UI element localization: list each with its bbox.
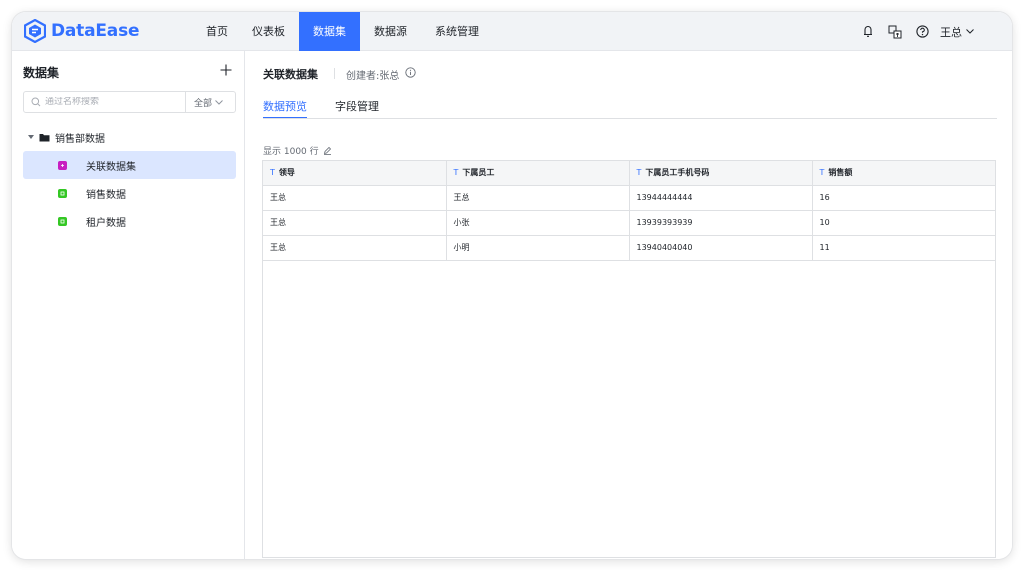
- dataease-logo-icon: [24, 19, 46, 43]
- column-label: 领导: [278, 168, 295, 178]
- text-type-icon: T: [270, 168, 275, 178]
- dataset-icon: [58, 188, 67, 198]
- table-cell: 16: [812, 185, 995, 211]
- info-icon[interactable]: [405, 67, 416, 78]
- column-label: 下属员工手机号码: [645, 168, 710, 178]
- table-cell: 10: [812, 210, 995, 236]
- search-box: 全部: [23, 91, 236, 113]
- column-header-phone[interactable]: T 下属员工手机号码: [629, 161, 813, 186]
- table-cell: 王总: [446, 185, 630, 211]
- nav-dashboard[interactable]: 仪表板: [238, 12, 299, 51]
- dataset-title: 关联数据集: [263, 68, 318, 81]
- tree-folder-label: 销售部数据: [55, 133, 105, 145]
- notification-icon[interactable]: [860, 24, 876, 40]
- table-cell: 13939393939: [629, 210, 813, 236]
- preview-table: T 领导 T 下属员工 T 下属员工手机号码 T 销售额 王总 王总 139444444…: [263, 161, 995, 261]
- text-type-icon: T: [819, 168, 825, 178]
- user-menu[interactable]: 王总: [940, 24, 974, 40]
- column-header-subordinate[interactable]: T 下属员工: [446, 161, 630, 186]
- nav-dataset[interactable]: 数据集: [299, 12, 360, 51]
- table-cell: 13940404040: [629, 235, 813, 261]
- tree-item-label: 租户数据: [86, 217, 126, 229]
- tree-folder-sales[interactable]: 销售部数据: [23, 126, 236, 148]
- header-tools: 王总: [849, 12, 974, 51]
- folder-icon: [39, 133, 50, 141]
- table-row: 王总 王总 13944444444 16: [263, 185, 995, 211]
- tree-item-label: 销售数据: [86, 189, 126, 201]
- column-header-leader[interactable]: T 领导: [263, 161, 447, 186]
- table-cell: 王总: [263, 185, 447, 211]
- edit-icon[interactable]: [323, 146, 332, 155]
- text-type-icon: T: [636, 168, 642, 178]
- detail-tabs: 数据预览 字段管理: [263, 98, 407, 119]
- filter-select[interactable]: 全部: [186, 96, 229, 109]
- table-header-row: T 领导 T 下属员工 T 下属员工手机号码 T 销售额: [263, 161, 995, 186]
- data-preview-table: T 领导 T 下属员工 T 下属员工手机号码 T 销售额 王总 王总 139444444…: [262, 160, 996, 558]
- table-cell: 小明: [446, 235, 630, 261]
- column-label: 销售额: [828, 168, 853, 178]
- logo[interactable]: DataEase: [24, 19, 140, 43]
- app-window: DataEase 首页 仪表板 数据集 数据源 系统管理 王总 数据集 通过名称…: [12, 12, 1012, 559]
- column-header-sales[interactable]: T 销售额: [812, 161, 995, 186]
- nav-system-settings[interactable]: 系统管理: [421, 12, 493, 51]
- dataset-icon: [58, 216, 67, 226]
- creator-text: 创建者:张总: [346, 71, 400, 82]
- nav-datasource[interactable]: 数据源: [360, 12, 421, 51]
- tree-item-sales-data[interactable]: 销售数据: [23, 179, 236, 207]
- table-cell: 王总: [263, 210, 447, 236]
- tree-item-tenant-data[interactable]: 租户数据: [23, 207, 236, 235]
- top-navbar: DataEase 首页 仪表板 数据集 数据源 系统管理 王总: [12, 12, 1012, 51]
- dataset-sidebar: 数据集 全部: [12, 51, 245, 559]
- dataset-tree: 销售部数据 关联数据集 销售数据 租户数据: [23, 126, 236, 235]
- text-type-icon: T: [453, 168, 459, 178]
- caret-down-icon[interactable]: [27, 134, 35, 140]
- table-cell: 小张: [446, 210, 630, 236]
- chevron-down-icon: [215, 99, 223, 105]
- nav-home[interactable]: 首页: [196, 12, 238, 51]
- joined-dataset-icon: [58, 160, 67, 170]
- logo-text: DataEase: [51, 21, 140, 41]
- filter-label: 全部: [194, 98, 213, 109]
- add-icon[interactable]: [219, 63, 233, 77]
- tabs-divider: [263, 118, 997, 119]
- table-cell: 王总: [263, 235, 447, 261]
- search-input[interactable]: [45, 97, 185, 107]
- title-divider: [334, 68, 335, 79]
- tree-item-label: 关联数据集: [86, 161, 136, 173]
- search-icon: [31, 97, 41, 107]
- table-cell: 11: [812, 235, 995, 261]
- table-cell: 13944444444: [629, 185, 813, 211]
- main-nav: 首页 仪表板 数据集 数据源 系统管理: [196, 12, 493, 51]
- column-label: 下属员工: [462, 168, 495, 178]
- rows-info: 显示 1000 行: [263, 144, 332, 157]
- tab-field-management[interactable]: 字段管理: [335, 98, 379, 119]
- table-row: 王总 小明 13940404040 11: [263, 235, 995, 261]
- sidebar-title: 数据集: [23, 66, 60, 80]
- chevron-down-icon: [966, 29, 974, 34]
- dataset-detail: 关联数据集 创建者:张总 数据预览 字段管理 显示 1000 行 T 领导 T …: [246, 51, 1012, 559]
- tree-item-joined-dataset[interactable]: 关联数据集: [23, 151, 236, 179]
- language-switch-icon[interactable]: [887, 24, 903, 40]
- rows-info-text: 显示 1000 行: [263, 147, 319, 157]
- table-row: 王总 小张 13939393939 10: [263, 210, 995, 236]
- tab-data-preview[interactable]: 数据预览: [263, 98, 307, 119]
- user-name: 王总: [940, 25, 962, 39]
- help-icon[interactable]: [914, 24, 930, 40]
